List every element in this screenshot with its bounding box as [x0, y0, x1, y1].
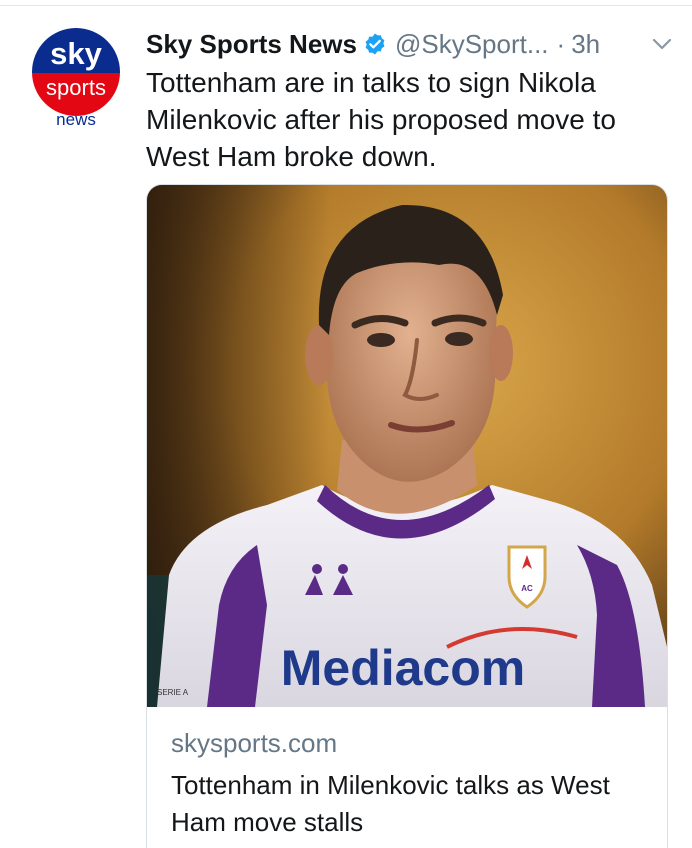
tweet-header: Sky Sports News @SkySport... · 3h	[146, 26, 676, 62]
tweet-view: sky sports news Sky Sports News @SkySpor…	[0, 0, 692, 848]
timestamp[interactable]: 3h	[571, 29, 600, 60]
verified-badge-icon	[363, 32, 387, 56]
sleeve-patch-text: SERIE A	[157, 688, 189, 697]
logo-sports-text: sports	[46, 75, 106, 100]
sponsor-text: Mediacom	[281, 640, 526, 696]
card-title[interactable]: Tottenham in Milenkovic talks as West Ha…	[171, 767, 651, 841]
display-name[interactable]: Sky Sports News	[146, 29, 357, 60]
card-image[interactable]: AC Mediacom SERIE A	[147, 185, 667, 707]
tweet-text: Tottenham are in talks to sign Nikola Mi…	[146, 67, 616, 172]
logo-news-text: news	[56, 110, 96, 128]
avatar[interactable]: sky sports news	[22, 28, 130, 128]
logo-sky-text: sky	[50, 36, 102, 71]
divider	[0, 5, 692, 6]
card-domain: skysports.com	[171, 728, 338, 758]
player-photo: AC Mediacom SERIE A	[147, 185, 667, 707]
crest-text: AC	[521, 584, 533, 593]
handle[interactable]: @SkySport...	[395, 29, 549, 60]
sky-sports-news-logo: sky sports news	[32, 28, 120, 128]
separator-dot: ·	[556, 28, 566, 59]
chevron-down-icon[interactable]	[648, 30, 676, 58]
link-card[interactable]: AC Mediacom SERIE A skysports.com Totten…	[146, 184, 668, 848]
